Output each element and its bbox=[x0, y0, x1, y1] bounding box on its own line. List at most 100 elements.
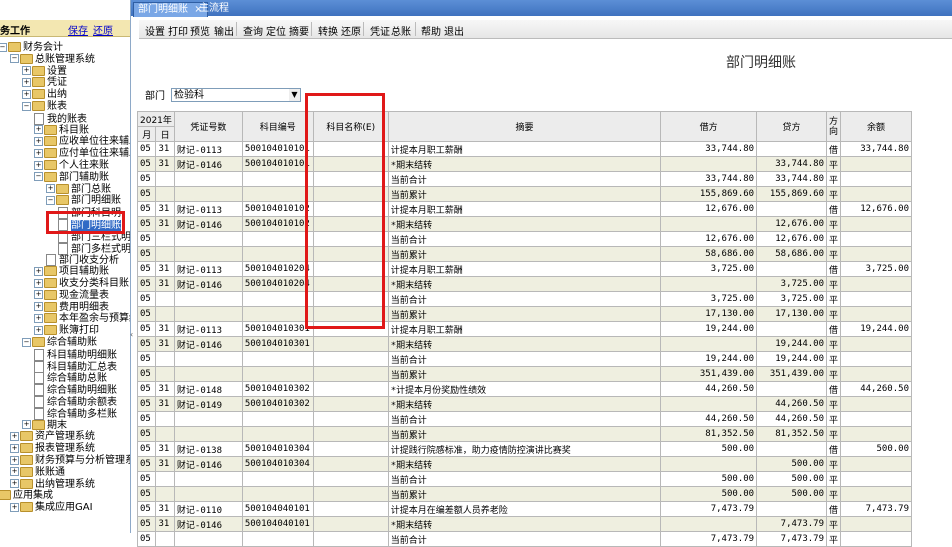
col-header-voucher[interactable]: 凭证号数 bbox=[173, 111, 243, 142]
expand-icon[interactable]: + bbox=[34, 148, 43, 158]
menu-item[interactable]: 定位 bbox=[266, 23, 286, 38]
tree-item[interactable]: + 期末 bbox=[22, 419, 67, 432]
dept-select[interactable]: 检验科 bbox=[171, 88, 301, 102]
tree-item[interactable]: + 账簿打印 bbox=[34, 325, 99, 337]
tree-item[interactable]: + 应收单位往来辅助账 bbox=[34, 136, 130, 148]
expand-icon[interactable]: + bbox=[10, 443, 19, 453]
tree-item[interactable]: + 本年盈余与预算结余 bbox=[34, 313, 130, 325]
tree-item[interactable]: 综合辅助明细账 bbox=[34, 384, 117, 397]
expand-icon[interactable]: + bbox=[34, 160, 43, 170]
menu-item[interactable]: 帮助 bbox=[421, 23, 441, 38]
expand-icon[interactable]: + bbox=[10, 455, 19, 465]
tree-item[interactable]: 科目辅助明细账 bbox=[34, 348, 117, 361]
col-header-credit[interactable]: 贷方 bbox=[756, 111, 828, 142]
chevron-down-icon[interactable]: ▼ bbox=[289, 89, 300, 101]
table-row[interactable]: 05 31 财记-0110 500104040101 计提本月在编差额人员养老险 7,47… bbox=[136, 501, 912, 517]
tree-item[interactable]: 应用集成 bbox=[0, 490, 53, 502]
menu-item[interactable]: 摘要 bbox=[289, 23, 309, 38]
expand-icon[interactable]: + bbox=[10, 467, 19, 477]
table-row[interactable]: 05 当前合计 12,676.00 12,676.00 平 bbox=[136, 231, 912, 247]
menu-item[interactable]: 查询 bbox=[243, 23, 263, 38]
table-row[interactable]: 05 当前累计 58,686.00 58,686.00 平 bbox=[136, 246, 912, 262]
table-row[interactable]: 05 31 财记-0113 500104010301 计提本月职工薪酬 19,244.00… bbox=[136, 321, 912, 337]
expand-icon[interactable]: + bbox=[34, 290, 43, 300]
tree-item[interactable]: + 应付单位往来辅助账 bbox=[34, 148, 130, 160]
expand-icon[interactable]: + bbox=[10, 502, 19, 512]
tree-item[interactable]: − 部门明细账 bbox=[46, 195, 121, 207]
tree-item[interactable]: + 部门总账 bbox=[46, 183, 111, 196]
tree-item[interactable]: 我的账表 bbox=[34, 112, 87, 125]
collapse-icon[interactable]: − bbox=[0, 42, 7, 52]
tree-item[interactable]: 部门收支分析 bbox=[46, 254, 119, 267]
menu-item[interactable]: 预览 bbox=[190, 23, 210, 38]
expand-icon[interactable]: + bbox=[34, 125, 43, 135]
table-row[interactable]: 05 31 财记-0148 500104010302 *计提本月份奖励性绩效 44,260… bbox=[136, 381, 912, 397]
table-row[interactable]: 05 31 财记-0113 500104010101 计提本月职工薪酬 33,744.80… bbox=[136, 141, 912, 157]
table-row[interactable]: 05 31 财记-0146 500104010102 *期末结转 12,676.00 平 bbox=[136, 216, 912, 232]
tab-main-flow[interactable]: 主流程 bbox=[195, 2, 233, 16]
tree-item[interactable]: + 出纳 bbox=[22, 89, 67, 101]
table-row[interactable]: 05 当前合计 7,473.79 7,473.79 平 bbox=[136, 531, 912, 547]
table-row[interactable]: 05 当前合计 19,244.00 19,244.00 平 bbox=[136, 351, 912, 367]
table-row[interactable]: 05 31 财记-0113 500104010204 计提本月职工薪酬 3,725.00 借… bbox=[136, 261, 912, 277]
tree-item[interactable]: 综合辅助余额表 bbox=[34, 396, 117, 408]
expand-icon[interactable]: + bbox=[10, 431, 19, 441]
tree-item[interactable]: + 设置 bbox=[22, 65, 67, 78]
tree-item[interactable]: − 总账管理系统 bbox=[10, 53, 95, 66]
col-header-summary[interactable]: 摘要 bbox=[387, 111, 662, 142]
menu-item[interactable]: 输出 bbox=[214, 23, 234, 38]
menu-item[interactable]: 总账 bbox=[391, 23, 411, 38]
table-row[interactable]: 05 31 财记-0149 500104010302 *期末结转 44,260.50 平 bbox=[136, 396, 912, 412]
col-header-subject-code[interactable]: 科目编号 bbox=[241, 111, 314, 142]
col-header-balance[interactable]: 余额 bbox=[840, 111, 912, 142]
menu-item[interactable]: 还原 bbox=[341, 23, 361, 38]
save-layout-link[interactable]: 保存 bbox=[68, 22, 88, 37]
col-header-debit[interactable]: 借方 bbox=[660, 111, 758, 142]
collapse-icon[interactable]: − bbox=[22, 101, 31, 111]
collapse-sidebar-icon[interactable]: ‹ bbox=[130, 330, 136, 344]
table-row[interactable]: 05 当前合计 3,725.00 3,725.00 平 bbox=[136, 291, 912, 307]
table-row[interactable]: 05 31 财记-0146 500104010101 *期末结转 33,744.80 平 bbox=[136, 156, 912, 172]
table-row[interactable]: 05 31 财记-0146 500104040101 *期末结转 7,473.79 平 bbox=[136, 516, 912, 532]
tree-item[interactable]: − 部门辅助账 bbox=[34, 171, 109, 184]
expand-icon[interactable]: + bbox=[34, 302, 43, 312]
tree-item[interactable]: + 出纳管理系统 bbox=[10, 478, 95, 491]
expand-icon[interactable]: + bbox=[34, 313, 43, 323]
expand-icon[interactable]: + bbox=[22, 66, 31, 76]
menu-item[interactable]: 转换 bbox=[318, 23, 338, 38]
tree-item[interactable]: + 报表管理系统 bbox=[10, 443, 95, 455]
tree-item[interactable]: 综合辅助多栏账 bbox=[34, 407, 117, 420]
table-row[interactable]: 05 当前合计 33,744.80 33,744.80 平 bbox=[136, 171, 912, 187]
menu-item[interactable]: 设置 bbox=[145, 23, 165, 38]
tree-item[interactable]: 综合辅助总账 bbox=[34, 372, 107, 385]
tree-item[interactable]: − 综合辅助账 bbox=[22, 337, 97, 349]
collapse-icon[interactable]: − bbox=[10, 54, 19, 64]
tree-item[interactable]: + 收支分类科目账 bbox=[34, 278, 129, 290]
collapse-icon[interactable]: − bbox=[22, 337, 31, 347]
menu-item[interactable]: 退出 bbox=[444, 23, 464, 38]
table-row[interactable]: 05 当前累计 351,439.00 351,439.00 平 bbox=[136, 366, 912, 382]
table-row[interactable]: 05 当前合计 500.00 500.00 平 bbox=[136, 471, 912, 487]
expand-icon[interactable]: + bbox=[46, 184, 55, 194]
expand-icon[interactable]: + bbox=[22, 89, 31, 99]
tree-item[interactable]: + 现金流量表 bbox=[34, 289, 109, 302]
table-row[interactable]: 05 当前累计 155,869.60 155,869.60 平 bbox=[136, 186, 912, 202]
menu-item[interactable]: 凭证 bbox=[370, 23, 390, 38]
tree-item[interactable]: + 资产管理系统 bbox=[10, 431, 95, 443]
menu-item[interactable]: 打印 bbox=[168, 23, 188, 38]
tree-item[interactable]: + 项目辅助账 bbox=[34, 266, 109, 278]
expand-icon[interactable]: + bbox=[22, 420, 31, 430]
tree-item[interactable]: 科目辅助汇总表 bbox=[34, 360, 117, 373]
tree-item[interactable]: + 凭证 bbox=[22, 77, 67, 89]
expand-icon[interactable]: + bbox=[22, 77, 31, 87]
tree-item[interactable]: + 集成应用GAI bbox=[10, 502, 93, 514]
table-row[interactable]: 05 31 财记-0146 500104010301 *期末结转 19,244.00 平 bbox=[136, 336, 912, 352]
table-row[interactable]: 05 当前合计 44,260.50 44,260.50 平 bbox=[136, 411, 912, 427]
collapse-icon[interactable]: − bbox=[34, 172, 43, 182]
restore-layout-link[interactable]: 还原 bbox=[93, 22, 113, 37]
expand-icon[interactable]: + bbox=[34, 136, 43, 146]
table-row[interactable]: 05 31 财记-0146 500104010204 *期末结转 3,725.00 平 bbox=[136, 276, 912, 292]
expand-icon[interactable]: + bbox=[34, 325, 43, 335]
tree-item[interactable]: 部门多栏式明 bbox=[58, 242, 130, 255]
expand-icon[interactable]: + bbox=[34, 266, 43, 276]
